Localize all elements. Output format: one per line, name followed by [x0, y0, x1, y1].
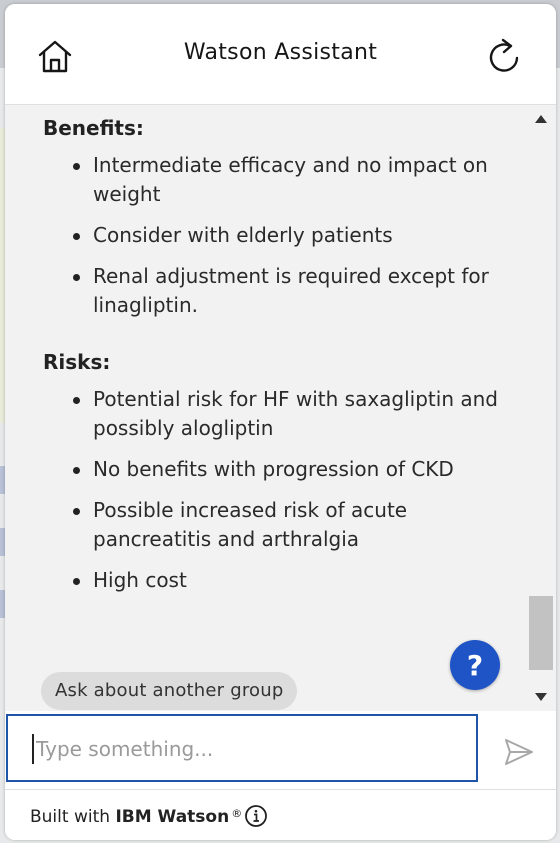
scroll-down-arrow-icon[interactable] — [535, 693, 547, 701]
benefits-heading: Benefits: — [43, 116, 144, 140]
info-icon — [245, 805, 267, 827]
risks-list: Potential risk for HF with saxagliptin a… — [43, 385, 513, 595]
list-item: Intermediate efficacy and no impact on w… — [73, 151, 513, 209]
message-list[interactable]: Benefits: Intermediate efficacy and no i… — [5, 105, 556, 711]
list-item: Possible increased risk of acute pancrea… — [73, 496, 513, 554]
info-button[interactable] — [244, 804, 268, 828]
chat-title: Watson Assistant — [183, 40, 378, 65]
registered-mark: ® — [231, 807, 243, 820]
send-icon — [505, 739, 533, 765]
message-scrollbar[interactable] — [526, 105, 556, 711]
chat-header: Watson Assistant — [5, 4, 556, 105]
assistant-message: Benefits: Intermediate efficacy and no i… — [43, 115, 513, 607]
send-button[interactable] — [502, 735, 536, 769]
watson-assistant-widget: Watson Assistant Benefits: Intermediate … — [5, 4, 556, 840]
composer — [5, 711, 556, 789]
built-with-text: Built with IBM Watson ® — [30, 807, 242, 827]
chat-footer: Built with IBM Watson ® — [5, 789, 556, 840]
quick-reply-ask-another-group[interactable]: Ask about another group — [41, 672, 298, 710]
list-item: High cost — [73, 566, 513, 595]
scrollbar-thumb[interactable] — [529, 596, 553, 670]
list-item: No benefits with progression of CKD — [73, 455, 513, 484]
message-input-wrapper[interactable] — [6, 714, 478, 782]
refresh-icon — [489, 38, 519, 72]
brand-name: IBM Watson — [115, 807, 230, 827]
list-item: Consider with elderly patients — [73, 221, 513, 250]
built-with-prefix: Built with — [30, 807, 116, 827]
message-input[interactable] — [32, 734, 456, 764]
list-item: Renal adjustment is required except for … — [73, 262, 513, 320]
scroll-up-arrow-icon[interactable] — [535, 115, 547, 123]
benefits-list: Intermediate efficacy and no impact on w… — [43, 151, 513, 320]
list-item: Potential risk for HF with saxagliptin a… — [73, 385, 513, 443]
help-button[interactable]: ? — [450, 640, 500, 690]
risks-heading: Risks: — [43, 350, 111, 374]
restart-button[interactable] — [484, 36, 524, 76]
